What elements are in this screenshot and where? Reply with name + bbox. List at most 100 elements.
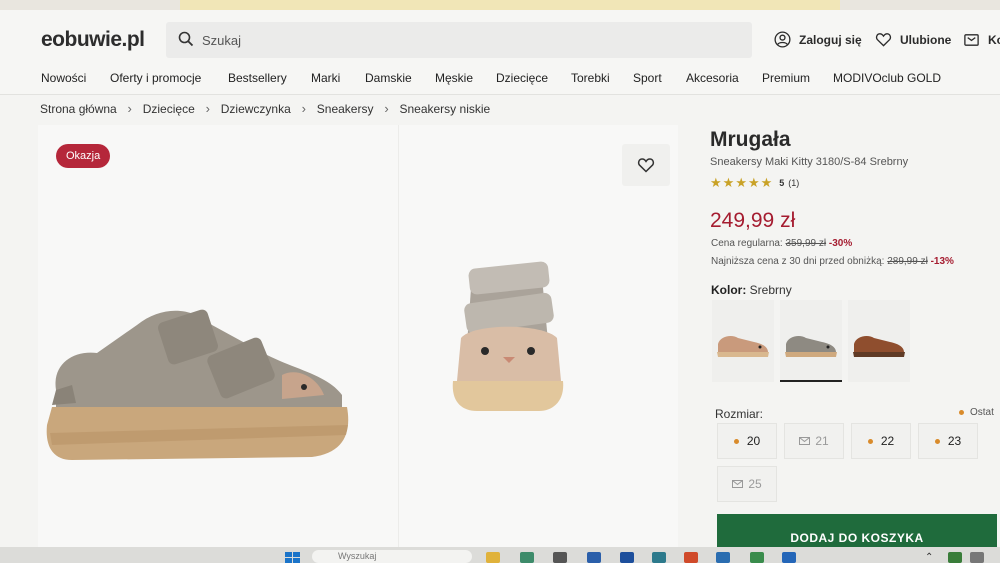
lowest-price: 289,99 zł <box>887 256 928 267</box>
product-image-side[interactable] <box>42 295 352 475</box>
color-swatch-dark-brown[interactable] <box>848 300 910 382</box>
product-image-front[interactable] <box>443 253 573 418</box>
chevron-right-icon: › <box>301 101 306 116</box>
lowest-price-label: Najniższa cena z 30 dni przed obniżką: <box>711 256 885 267</box>
regular-price-label: Cena regularna: <box>711 238 783 249</box>
app-icon[interactable] <box>716 552 730 563</box>
product-gallery[interactable]: Okazja <box>38 125 678 563</box>
search-bar[interactable] <box>166 22 752 58</box>
breadcrumb-item[interactable]: Strona główna <box>40 102 117 116</box>
favorites-label: Ulubione <box>900 32 952 47</box>
favorites-button[interactable]: Ulubione <box>875 31 951 48</box>
chevron-right-icon: › <box>384 101 389 116</box>
rating-count: (1) <box>788 177 800 188</box>
file-explorer-icon[interactable] <box>486 552 500 563</box>
login-button[interactable]: Zaloguj się <box>774 31 862 48</box>
star-icon: ★ <box>710 175 722 190</box>
nav-item-torebki[interactable]: Torebki <box>571 71 610 85</box>
size-option-label: 23 <box>947 434 962 448</box>
shoe-thumbnail-icon <box>853 336 905 357</box>
star-icon: ★ <box>722 175 735 190</box>
low-stock-dot-icon <box>934 438 940 444</box>
add-to-favorites-button[interactable] <box>622 144 670 186</box>
product-brand[interactable]: Mrugała <box>710 128 791 152</box>
nav-item-dzieciece[interactable]: Dziecięce <box>496 71 548 85</box>
breadcrumb-item[interactable]: Dziecięce <box>143 102 195 116</box>
product-price: 249,99 zł <box>710 209 796 232</box>
envelope-icon <box>732 480 744 488</box>
rating-score: 5 <box>779 177 785 188</box>
size-option[interactable]: 25 <box>717 466 777 502</box>
nav-item-sport[interactable]: Sport <box>633 71 662 85</box>
deal-badge: Okazja <box>56 144 111 168</box>
size-option[interactable]: 23 <box>918 423 978 459</box>
stock-dot-icon <box>959 409 964 415</box>
app-icon[interactable] <box>782 552 796 563</box>
regular-price-line: Cena regularna: 359,99 zł -30% <box>711 238 852 249</box>
chevron-right-icon: › <box>127 101 132 116</box>
tray-app-icon[interactable] <box>948 552 962 563</box>
size-option[interactable]: 22 <box>851 423 911 459</box>
size-option[interactable]: 20 <box>717 423 777 459</box>
chevron-up-icon[interactable]: ⌃ <box>925 552 939 563</box>
nav-item-marki[interactable]: Marki <box>311 71 340 85</box>
task-view-icon[interactable] <box>553 552 567 563</box>
color-value: Srebrny <box>749 283 792 297</box>
star-icon: ★ <box>735 175 747 190</box>
windows-start-icon[interactable] <box>285 552 301 563</box>
logo-text: eobuwie <box>41 28 122 51</box>
breadcrumb-item[interactable]: Sneakersy niskie <box>399 102 490 116</box>
star-icon: ★ <box>747 175 760 190</box>
nav-item-bestsellery[interactable]: Bestsellery <box>228 71 287 85</box>
size-option[interactable]: 21 <box>784 423 844 459</box>
heart-icon <box>637 158 655 173</box>
browser-icon[interactable] <box>684 552 698 563</box>
nav-item-damskie[interactable]: Damskie <box>365 71 412 85</box>
color-selector-label: Kolor: Srebrny <box>711 283 792 297</box>
nav-item-akcesoria[interactable]: Akcesoria <box>686 71 739 85</box>
shoe-thumbnail-icon <box>785 336 837 357</box>
excel-icon[interactable] <box>750 552 764 563</box>
nav-item-meskie[interactable]: Męskie <box>435 71 473 85</box>
low-stock-dot-icon <box>733 438 739 444</box>
gallery-divider <box>398 125 399 563</box>
envelope-icon <box>799 437 811 445</box>
site-header: eobuwie.pl Zaloguj się Ulubione Ko <box>0 10 1000 65</box>
taskbar-search[interactable]: Wyszukaj <box>312 550 472 563</box>
nav-item-modivoclub[interactable]: MODIVOclub GOLD <box>833 71 941 85</box>
nav-item-premium[interactable]: Premium <box>762 71 810 85</box>
word-icon[interactable] <box>587 552 601 563</box>
size-option-label: 20 <box>746 434 761 448</box>
cart-button[interactable]: Ko <box>963 31 1000 48</box>
product-name: Sneakersy Maki Kitty 3180/S-84 Srebrny <box>710 156 909 168</box>
color-label: Kolor: <box>711 283 747 297</box>
nav-item-nowosci[interactable]: Nowości <box>41 71 86 85</box>
size-option-label: 21 <box>815 434 829 448</box>
browser-tab-strip <box>0 0 1000 10</box>
network-icon[interactable] <box>970 552 984 563</box>
size-selector-label: Rozmiar: <box>715 407 764 421</box>
user-icon <box>774 31 791 48</box>
site-logo[interactable]: eobuwie.pl <box>41 28 145 52</box>
search-icon <box>178 31 194 47</box>
address-bar[interactable] <box>180 0 840 10</box>
add-to-cart-button[interactable]: DODAJ DO KOSZYKA <box>717 514 997 549</box>
nav-item-oferty[interactable]: Oferty i promocje <box>110 71 201 85</box>
breadcrumb-item[interactable]: Dziewczynka <box>221 102 291 116</box>
app-icon[interactable] <box>620 552 634 563</box>
calculator-icon[interactable] <box>520 552 534 563</box>
app-icon[interactable] <box>652 552 666 563</box>
lowest-price-line: Najniższa cena z 30 dni przed obniżką: 2… <box>711 256 954 267</box>
regular-discount: -30% <box>828 238 853 249</box>
cart-label: Ko <box>988 32 1000 47</box>
shoe-thumbnail-icon <box>717 336 769 357</box>
breadcrumb-item[interactable]: Sneakersy <box>317 102 374 116</box>
product-rating[interactable]: ★ ★ ★ ★ ★ 5 (1) <box>710 176 799 189</box>
search-input[interactable] <box>202 28 702 52</box>
cart-icon <box>964 34 979 46</box>
chevron-right-icon: › <box>205 101 210 116</box>
stock-legend: Ostat <box>959 407 994 418</box>
size-option-label: 25 <box>748 477 762 491</box>
color-swatch-silver[interactable] <box>780 300 842 382</box>
color-swatch-brown[interactable] <box>712 300 774 382</box>
